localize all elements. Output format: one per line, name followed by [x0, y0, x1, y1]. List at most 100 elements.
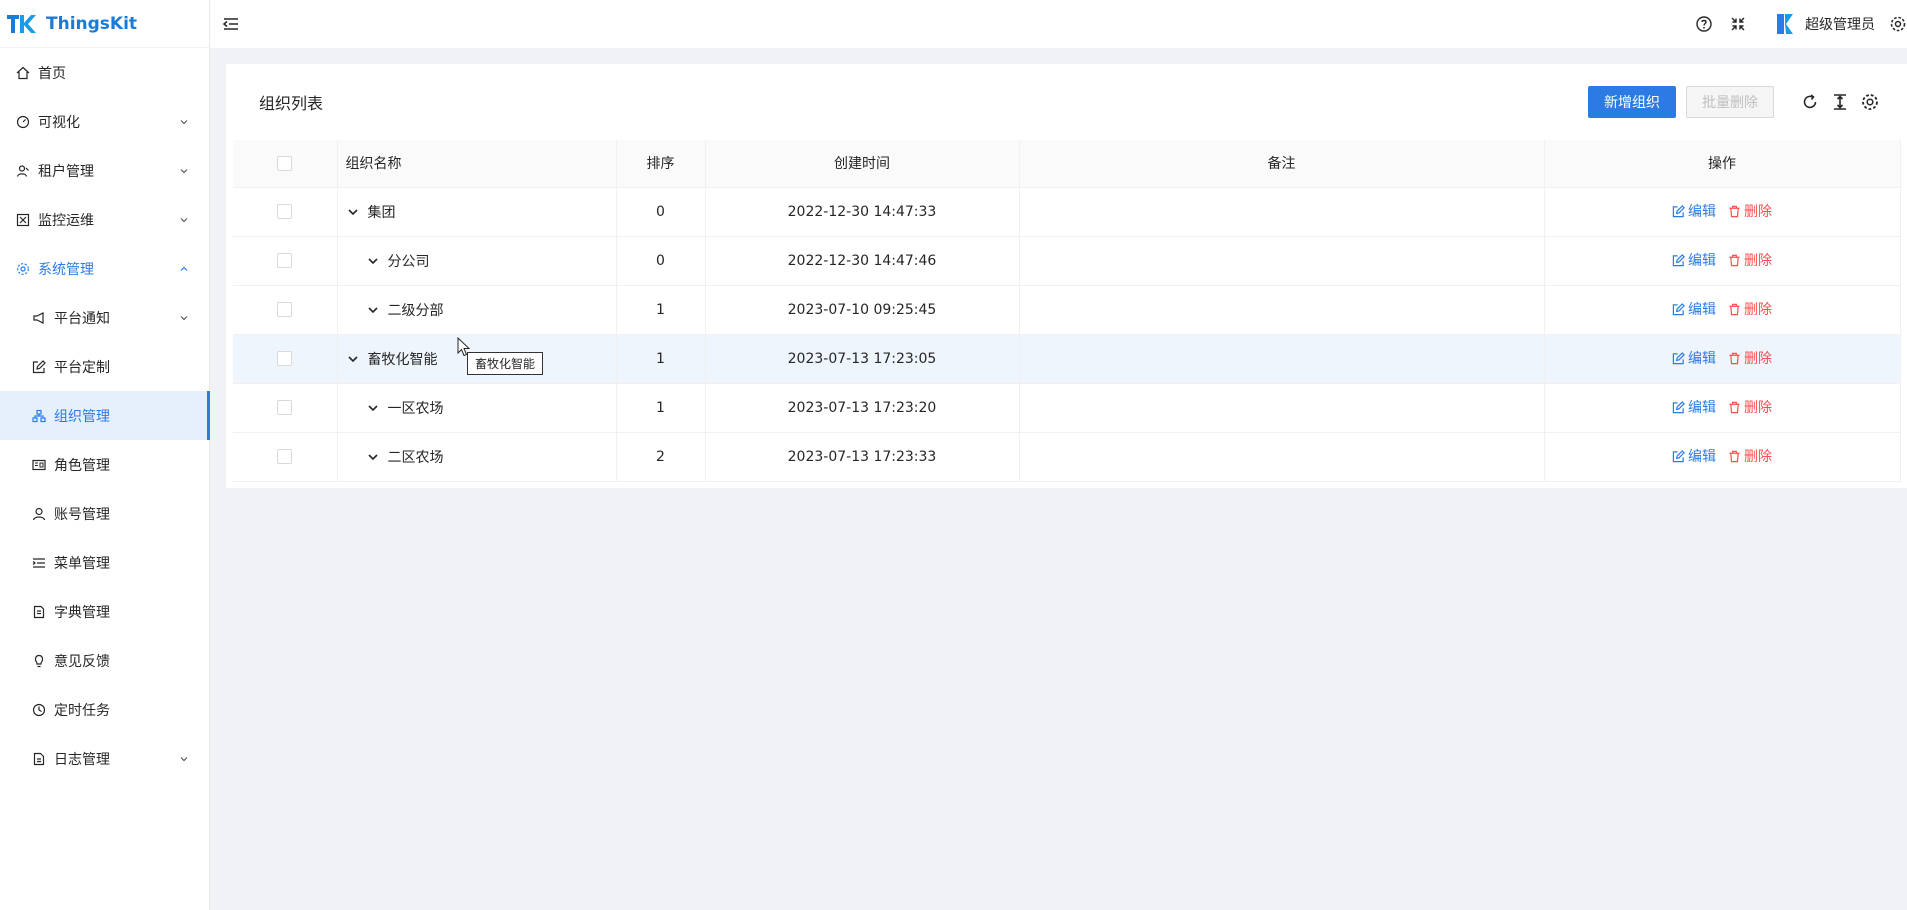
table-row[interactable]: 二级分部 1 2023-07-10 09:25:45 编辑 删除 — [233, 285, 1901, 335]
column-header-note[interactable]: 备注 — [1019, 140, 1545, 188]
table-row[interactable]: 分公司 0 2022-12-30 14:47:46 编辑 删除 — [233, 236, 1901, 286]
delete-button[interactable]: 删除 — [1728, 348, 1772, 368]
edit-button[interactable]: 编辑 — [1672, 250, 1716, 270]
trash-icon — [1729, 352, 1740, 364]
delete-label: 删除 — [1744, 302, 1772, 319]
expand-chevron-icon[interactable] — [366, 254, 380, 268]
sidebar-item-platform-custom[interactable]: 平台定制 — [0, 342, 209, 391]
expand-chevron-icon[interactable] — [366, 401, 380, 415]
sidebar-item-tenant[interactable]: 租户管理 — [0, 146, 209, 195]
chevron-down-icon — [180, 168, 188, 173]
sort-cell: 1 — [616, 383, 706, 433]
refresh-icon[interactable] — [1800, 92, 1820, 112]
edit-button[interactable]: 编辑 — [1672, 201, 1716, 221]
edit-icon — [1672, 449, 1685, 462]
org-list-card: 组织列表 新增组织 批量删除 组织名称 排序 创建时间 备注 操作 集团 0 202… — [226, 64, 1907, 488]
sidebar-item-account[interactable]: 账号管理 — [0, 489, 209, 538]
org-name: 二区农场 — [387, 449, 444, 466]
row-checkbox[interactable] — [277, 400, 293, 415]
table-row[interactable]: 集团 0 2022-12-30 14:47:33 编辑 删除 — [233, 187, 1901, 237]
avatar[interactable] — [1773, 12, 1797, 36]
expand-chevron-icon[interactable] — [366, 450, 380, 464]
edit-button[interactable]: 编辑 — [1672, 446, 1716, 466]
org-name: 畜牧化智能 — [367, 351, 438, 368]
monitor-icon — [16, 213, 30, 227]
column-height-icon[interactable] — [1830, 92, 1850, 112]
row-select-cell — [233, 432, 338, 482]
page-title: 组织列表 — [259, 94, 324, 113]
collapse-menu-icon[interactable] — [222, 15, 240, 33]
delete-button[interactable]: 删除 — [1728, 201, 1772, 221]
row-checkbox[interactable] — [277, 449, 293, 464]
org-name: 分公司 — [387, 253, 430, 270]
add-org-button[interactable]: 新增组织 — [1588, 86, 1676, 118]
edit-button[interactable]: 编辑 — [1672, 348, 1716, 368]
sidebar-item-system[interactable]: 系统管理 — [0, 244, 209, 293]
delete-button[interactable]: 删除 — [1728, 299, 1772, 319]
trash-icon — [1729, 401, 1740, 413]
sidebar-item-label: 日志管理 — [54, 751, 110, 768]
home-icon — [16, 66, 30, 80]
row-checkbox[interactable] — [277, 302, 293, 317]
expand-chevron-icon[interactable] — [346, 352, 360, 366]
expand-chevron-icon[interactable] — [366, 303, 380, 317]
column-header-actions: 操作 — [1544, 140, 1901, 188]
column-header-name[interactable]: 组织名称 — [337, 140, 617, 188]
user-name[interactable]: 超级管理员 — [1805, 14, 1875, 34]
sidebar-item-label: 平台通知 — [54, 310, 110, 327]
fullscreen-icon[interactable] — [1729, 15, 1747, 33]
sidebar-item-dict[interactable]: 字典管理 — [0, 587, 209, 636]
table-row[interactable]: 一区农场 1 2023-07-13 17:23:20 编辑 删除 — [233, 383, 1901, 433]
help-icon[interactable] — [1695, 15, 1713, 33]
row-select-cell — [233, 236, 338, 286]
edit-icon — [1672, 351, 1685, 364]
sidebar-item-log[interactable]: 日志管理 — [0, 734, 209, 783]
actions-cell: 编辑 删除 — [1544, 334, 1901, 384]
row-checkbox[interactable] — [277, 253, 293, 268]
sidebar-item-schedule[interactable]: 定时任务 — [0, 685, 209, 734]
sidebar-item-role[interactable]: 角色管理 — [0, 440, 209, 489]
select-all-checkbox[interactable] — [277, 155, 293, 171]
sidebar-item-platform-notice[interactable]: 平台通知 — [0, 293, 209, 342]
sidebar-item-label: 系统管理 — [38, 261, 94, 278]
created-cell: 2023-07-13 17:23:20 — [705, 383, 1020, 433]
note-cell — [1019, 432, 1545, 482]
note-cell — [1019, 187, 1545, 237]
column-header-sort[interactable]: 排序 — [616, 140, 706, 188]
actions-cell: 编辑 删除 — [1544, 432, 1901, 482]
table-row[interactable]: 二区农场 2 2023-07-13 17:23:33 编辑 删除 — [233, 432, 1901, 482]
sidebar-item-label: 首页 — [38, 65, 66, 82]
sidebar-item-home[interactable]: 首页 — [0, 48, 209, 97]
settings-icon[interactable] — [1889, 15, 1907, 33]
delete-button[interactable]: 删除 — [1728, 397, 1772, 417]
sidebar-item-monitor[interactable]: 监控运维 — [0, 195, 209, 244]
mouse-cursor-icon — [457, 337, 471, 357]
user-icon — [32, 507, 46, 521]
name-cell: 分公司 — [337, 236, 617, 286]
row-select-cell — [233, 285, 338, 335]
column-header-created[interactable]: 创建时间 — [705, 140, 1020, 188]
book-icon — [32, 605, 46, 619]
edit-button[interactable]: 编辑 — [1672, 397, 1716, 417]
row-checkbox[interactable] — [277, 204, 293, 219]
sidebar-item-feedback[interactable]: 意见反馈 — [0, 636, 209, 685]
sidebar-item-visualization[interactable]: 可视化 — [0, 97, 209, 146]
sidebar-item-org[interactable]: 组织管理 — [0, 391, 210, 440]
created-cell: 2022-12-30 14:47:46 — [705, 236, 1020, 286]
sidebar-item-label: 角色管理 — [54, 457, 110, 474]
sidebar-item-label: 组织管理 — [54, 408, 110, 425]
delete-button[interactable]: 删除 — [1728, 250, 1772, 270]
name-cell: 一区农场 — [337, 383, 617, 433]
table-settings-icon[interactable] — [1860, 92, 1880, 112]
edit-label: 编辑 — [1688, 302, 1716, 319]
delete-button[interactable]: 删除 — [1728, 446, 1772, 466]
edit-button[interactable]: 编辑 — [1672, 299, 1716, 319]
sidebar-item-menu[interactable]: 菜单管理 — [0, 538, 209, 587]
batch-delete-button[interactable]: 批量删除 — [1686, 86, 1774, 118]
row-checkbox[interactable] — [277, 351, 293, 366]
logo[interactable]: ThingsKit — [0, 0, 209, 48]
file-icon — [32, 752, 46, 766]
expand-chevron-icon[interactable] — [346, 205, 360, 219]
sidebar-item-label: 意见反馈 — [54, 653, 110, 670]
sidebar-item-label: 账号管理 — [54, 506, 110, 523]
